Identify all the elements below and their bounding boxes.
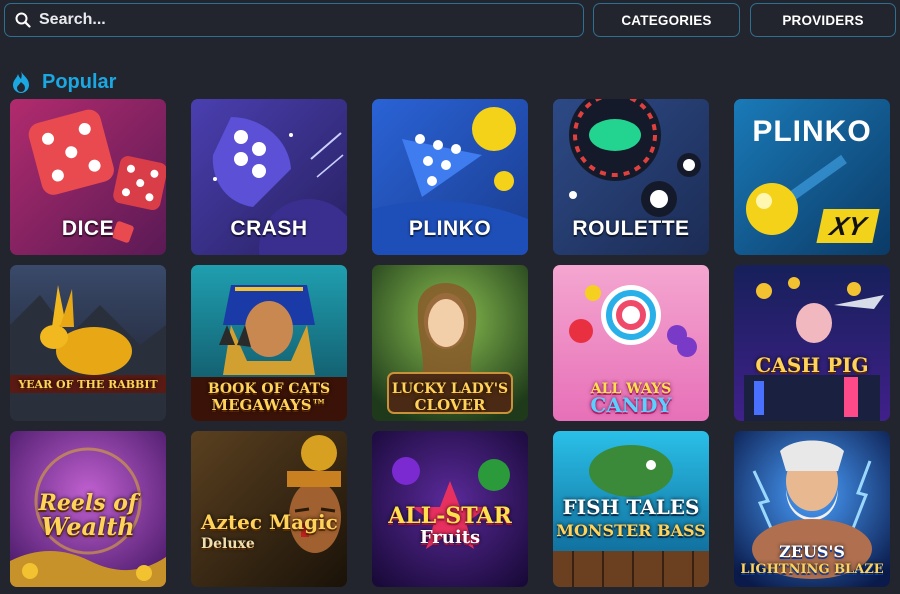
game-label: CRASH: [230, 217, 308, 240]
game-tile-all-ways-candy[interactable]: ALL WAYS CANDY: [553, 265, 709, 421]
game-label-line1: YEAR OF THE RABBIT: [18, 378, 158, 391]
game-label-line2: MEGAWAYS™: [211, 396, 327, 414]
providers-button[interactable]: PROVIDERS: [750, 3, 896, 37]
game-label: BOOK OF CATS MEGAWAYS™: [191, 381, 347, 413]
game-label-line1: FISH TALES: [562, 495, 700, 519]
game-label: ZEUS'S LIGHTNING BLAZE: [734, 543, 890, 579]
game-tile-fish-tales-monster-bass[interactable]: FISH TALES MONSTER BASS: [553, 431, 709, 587]
game-label: Reels of Wealth: [10, 491, 166, 539]
game-label-line1: Aztec Magic: [201, 510, 338, 534]
game-label: PLINKO: [408, 217, 492, 240]
game-tile-year-of-the-rabbit[interactable]: YEAR OF THE RABBIT: [10, 265, 166, 421]
game-label-line1: LUCKY LADY'S: [391, 381, 509, 397]
game-label: DICE: [61, 217, 115, 240]
game-tile-cash-pig[interactable]: CASH PIG: [734, 265, 890, 421]
categories-button[interactable]: CATEGORIES: [593, 3, 740, 37]
rabbit-artwork: [10, 265, 166, 421]
game-tile-dice[interactable]: DICE: [10, 99, 166, 255]
game-tile-zeus-lightning-blaze[interactable]: ZEUS'S LIGHTNING BLAZE: [734, 431, 890, 587]
section-header: Popular: [10, 68, 116, 96]
game-label-line2: MONSTER BASS: [556, 521, 706, 540]
game-label-line1: ALL-STAR: [388, 503, 512, 529]
game-tile-book-of-cats[interactable]: BOOK OF CATS MEGAWAYS™: [191, 265, 347, 421]
game-tile-roulette[interactable]: ROULETTE: [553, 99, 709, 255]
game-label: ROULETTE: [572, 217, 690, 240]
search-box[interactable]: [4, 3, 584, 37]
top-bar: CATEGORIES PROVIDERS: [4, 3, 896, 37]
game-tile-reels-of-wealth[interactable]: Reels of Wealth: [10, 431, 166, 587]
game-label-line1: ZEUS'S: [779, 542, 845, 561]
game-tile-all-star-fruits[interactable]: ALL-STAR Fruits: [372, 431, 528, 587]
fire-icon: [13, 71, 29, 93]
game-label: YEAR OF THE RABBIT: [10, 377, 166, 393]
game-label-line2: Fruits: [419, 527, 481, 548]
game-label: ALL WAYS CANDY: [553, 381, 709, 417]
game-tile-aztec-magic-deluxe[interactable]: Aztec Magic Deluxe: [191, 431, 347, 587]
game-label: Aztec Magic Deluxe: [201, 511, 347, 555]
search-icon: [15, 12, 31, 28]
game-logo: PLINKO: [752, 115, 872, 148]
game-label-line2: Deluxe: [201, 536, 255, 552]
game-badge: XY: [816, 209, 880, 243]
game-label: ALL-STAR Fruits: [372, 505, 528, 549]
game-tile-plinko-xy[interactable]: PLINKO XY: [734, 99, 890, 255]
search-input[interactable]: [39, 11, 559, 29]
section-title: Popular: [42, 70, 117, 93]
game-label: FISH TALES MONSTER BASS: [553, 495, 709, 543]
game-label: LUCKY LADY'S CLOVER: [372, 381, 528, 413]
game-label-line2: CLOVER: [414, 396, 486, 414]
game-label-line2: CANDY: [590, 393, 672, 417]
game-label-line1: BOOK OF CATS: [207, 381, 331, 397]
game-label-line2: Wealth: [41, 512, 135, 541]
game-label-line2: LIGHTNING BLAZE: [740, 562, 884, 577]
cash-pig-artwork: [734, 265, 890, 421]
game-tile-crash[interactable]: CRASH: [191, 99, 347, 255]
game-tile-lucky-ladys-clover[interactable]: LUCKY LADY'S CLOVER: [372, 265, 528, 421]
aztec-magic-artwork: [191, 431, 347, 587]
game-label: CASH PIG: [734, 355, 890, 375]
game-tile-plinko[interactable]: PLINKO: [372, 99, 528, 255]
game-label-line1: CASH PIG: [755, 353, 869, 377]
games-grid: DICE CRASH PLINKO ROULETTE PLINKO XY YEA…: [10, 99, 890, 587]
